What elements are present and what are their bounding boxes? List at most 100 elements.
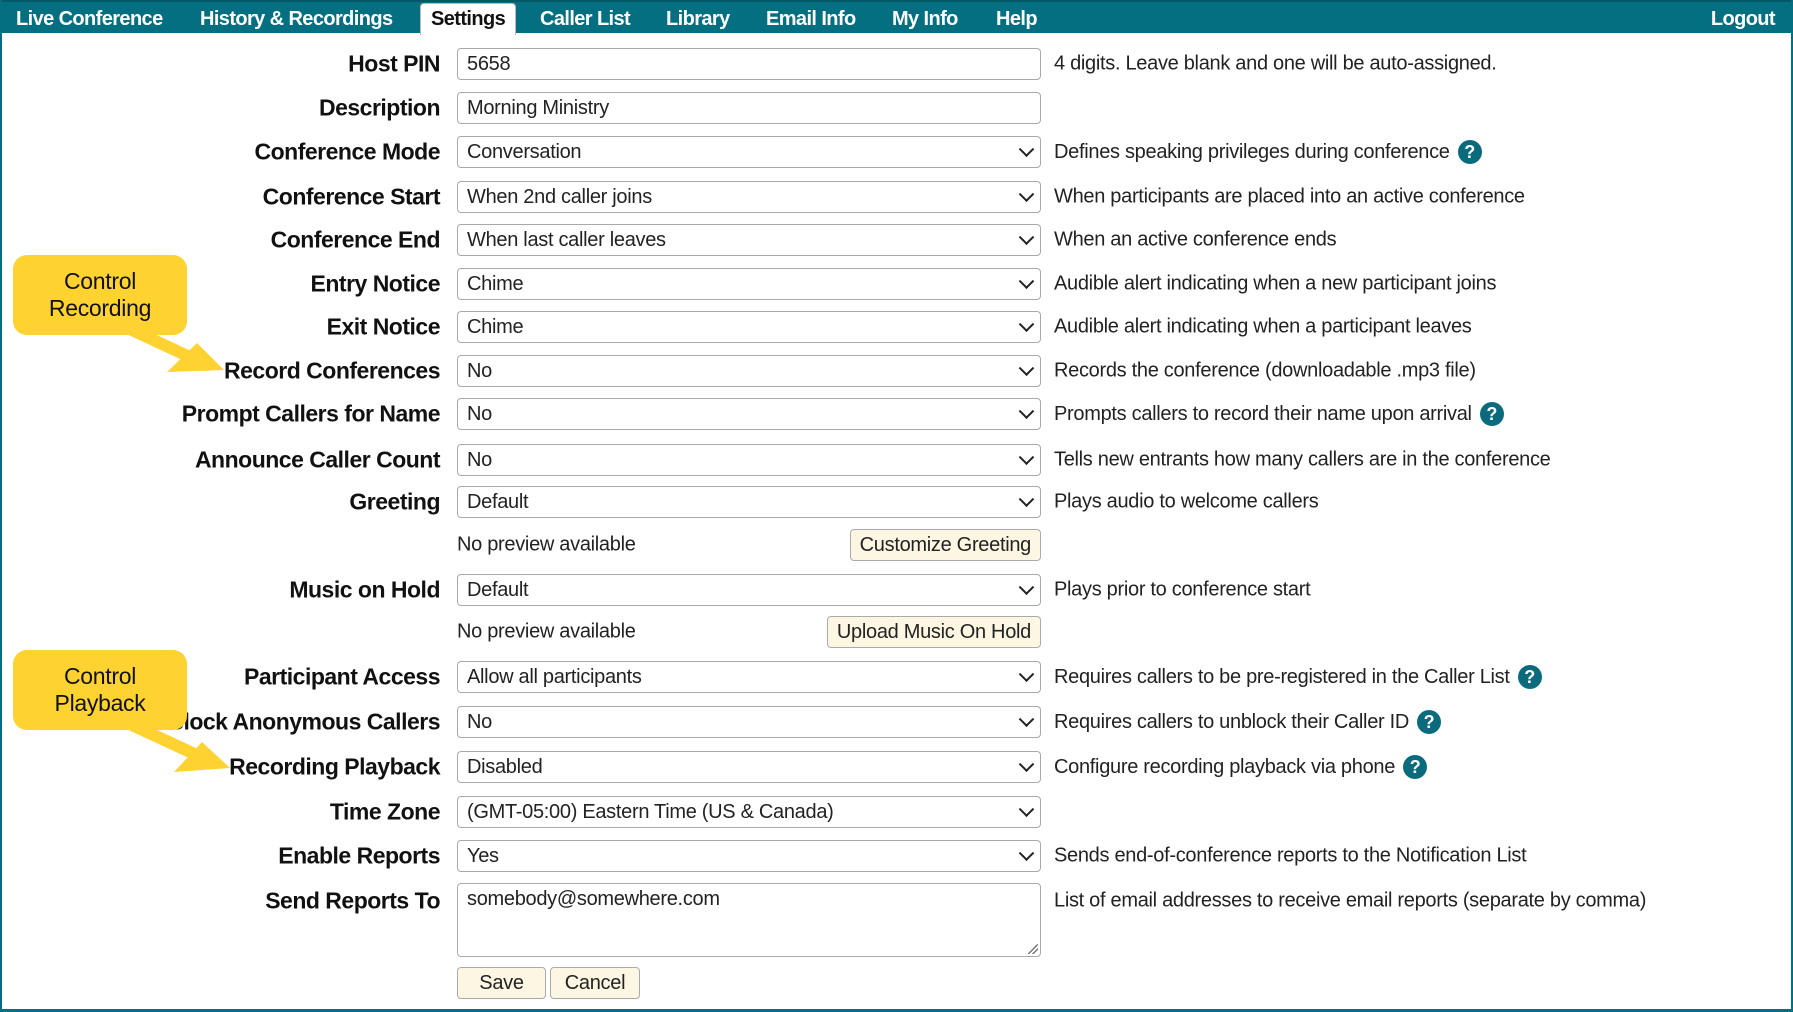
send-reports-to-textarea[interactable]: somebody@somewhere.com — [457, 883, 1041, 957]
chevron-down-icon — [1018, 141, 1035, 158]
greeting-label: Greeting — [349, 488, 440, 515]
enable-reports-select[interactable]: Yes — [457, 840, 1041, 872]
chevron-down-icon — [1018, 711, 1035, 728]
tab-history-recordings[interactable]: History & Recordings — [200, 4, 393, 35]
help-text: Audible alert indicating when a new part… — [1054, 272, 1497, 295]
exit-notice-label: Exit Notice — [326, 313, 441, 340]
conference-mode-select[interactable]: Conversation — [457, 136, 1041, 168]
chevron-down-icon — [1018, 403, 1035, 420]
host-pin-label: Host PIN — [348, 50, 440, 77]
cancel-button[interactable]: Cancel — [550, 967, 640, 999]
help-text: Records the conference (downloadable .mp… — [1054, 359, 1476, 382]
callout-line: Control — [63, 663, 137, 689]
help-question-icon[interactable]: ? — [1457, 140, 1482, 164]
callout-line: Recording — [48, 295, 152, 321]
entry-notice-help-text: Audible alert indicating when a new part… — [1054, 273, 1496, 296]
help-question-icon[interactable]: ? — [1479, 402, 1504, 426]
conference-end-label: Conference End — [270, 226, 441, 253]
block-anonymous-callers-select[interactable]: No — [457, 706, 1041, 738]
tab-help[interactable]: Help — [996, 4, 1038, 35]
conference-start-help-text: When participants are placed into an act… — [1054, 186, 1525, 209]
participant-access-label: Participant Access — [244, 663, 440, 690]
entry-notice-label: Entry Notice — [310, 270, 441, 297]
entry-notice-select[interactable]: Chime — [457, 268, 1041, 300]
tab-settings[interactable]: Settings — [420, 3, 517, 35]
field-value: Default — [467, 579, 529, 601]
tab-email-info[interactable]: Email Info — [766, 4, 856, 35]
field-value: Disabled — [467, 756, 543, 778]
greeting-select[interactable]: Default — [457, 486, 1041, 518]
callout-line: Playback — [54, 690, 146, 716]
help-text: Plays prior to conference start — [1054, 578, 1311, 601]
recording-playback-label: Recording Playback — [229, 753, 440, 780]
time-zone-select[interactable]: (GMT-05:00) Eastern Time (US & Canada) — [457, 796, 1041, 828]
prompt-callers-for-name-select[interactable]: No — [457, 398, 1041, 430]
tab-library[interactable]: Library — [666, 4, 730, 35]
chevron-down-icon — [1018, 186, 1035, 203]
tab-caller-list[interactable]: Caller List — [540, 4, 631, 35]
customize-greeting-button[interactable]: Customize Greeting — [849, 529, 1041, 561]
conference-start-select[interactable]: When 2nd caller joins — [457, 181, 1041, 213]
conference-start-label: Conference Start — [262, 183, 441, 210]
help-question-icon[interactable]: ? — [1403, 755, 1428, 779]
field-value: (GMT-05:00) Eastern Time (US & Canada) — [467, 801, 834, 823]
recording-playback-select[interactable]: Disabled — [457, 751, 1041, 783]
host-pin-input[interactable]: 5658 — [457, 48, 1041, 80]
block-anonymous-callers-label: Block Anonymous Callers — [167, 708, 440, 735]
help-text: Audible alert indicating when a particip… — [1054, 315, 1472, 338]
callout-control-recording: Control Recording — [13, 255, 187, 335]
field-value: No — [467, 360, 492, 382]
callout-line: Control — [63, 268, 137, 294]
exit-notice-select[interactable]: Chime — [457, 311, 1041, 343]
help-text: Defines speaking privileges during confe… — [1054, 140, 1450, 163]
send-reports-to-label: Send Reports To — [265, 887, 440, 914]
record-conferences-label: Record Conferences — [224, 357, 440, 384]
record-conferences-select[interactable]: No — [457, 355, 1041, 387]
resize-grip-icon[interactable] — [1028, 944, 1038, 954]
chevron-down-icon — [1018, 449, 1035, 466]
field-value: No — [467, 449, 492, 471]
tab-my-info[interactable]: My Info — [892, 4, 958, 35]
block-anonymous-callers-help-text: Requires callers to unblock their Caller… — [1054, 710, 1442, 734]
enable-reports-help-text: Sends end-of-conference reports to the N… — [1054, 845, 1527, 868]
chevron-down-icon — [1018, 845, 1035, 862]
tab-live-conference[interactable]: Live Conference — [16, 4, 163, 35]
top-nav: Live Conference History & Recordings Set… — [2, 0, 1791, 35]
chevron-down-icon — [1018, 316, 1035, 333]
host-pin-help-text: 4 digits. Leave blank and one will be au… — [1054, 53, 1497, 76]
help-question-icon[interactable]: ? — [1517, 665, 1542, 689]
music-on-hold-select[interactable]: Default — [457, 574, 1041, 606]
chevron-down-icon — [1018, 229, 1035, 246]
callout-control-playback: Control Playback — [13, 650, 187, 730]
description-input[interactable]: Morning Ministry — [457, 92, 1041, 124]
enable-reports-label: Enable Reports — [278, 842, 440, 869]
recording-playback-help-text: Configure recording playback via phone? — [1054, 755, 1428, 779]
prompt-callers-for-name-label: Prompt Callers for Name — [181, 400, 441, 427]
help-text: Tells new entrants how many callers are … — [1054, 448, 1551, 471]
logout-link[interactable]: Logout — [1711, 4, 1776, 35]
description-label: Description — [318, 94, 441, 121]
conference-mode-label: Conference Mode — [254, 138, 441, 165]
music-on-hold-help-text: Plays prior to conference start — [1054, 578, 1311, 602]
exit-notice-help-text: Audible alert indicating when a particip… — [1054, 316, 1472, 339]
field-value: Default — [467, 491, 529, 513]
conference-end-help-text: When an active conference ends — [1054, 229, 1337, 252]
conference-end-select[interactable]: When last caller leaves — [457, 224, 1041, 256]
announce-caller-count-select[interactable]: No — [457, 444, 1041, 476]
help-text: 4 digits. Leave blank and one will be au… — [1054, 52, 1497, 75]
chevron-down-icon — [1018, 666, 1035, 683]
chevron-down-icon — [1018, 273, 1035, 290]
participant-access-select[interactable]: Allow all participants — [457, 661, 1041, 693]
send-reports-to-help-text: List of email addresses to receive email… — [1054, 890, 1646, 913]
help-question-icon[interactable]: ? — [1417, 710, 1442, 734]
help-text: Requires callers to unblock their Caller… — [1054, 710, 1410, 733]
field-value: Conversation — [467, 141, 582, 163]
help-text: Configure recording playback via phone — [1054, 755, 1396, 778]
conference-mode-help-text: Defines speaking privileges during confe… — [1054, 140, 1482, 164]
help-text: When participants are placed into an act… — [1054, 185, 1525, 208]
chevron-down-icon — [1018, 491, 1035, 508]
save-button[interactable]: Save — [457, 967, 546, 999]
field-value: Allow all participants — [467, 666, 642, 688]
field-value: 5658 — [467, 53, 511, 75]
upload-music-on-hold-button[interactable]: Upload Music On Hold — [826, 616, 1041, 648]
